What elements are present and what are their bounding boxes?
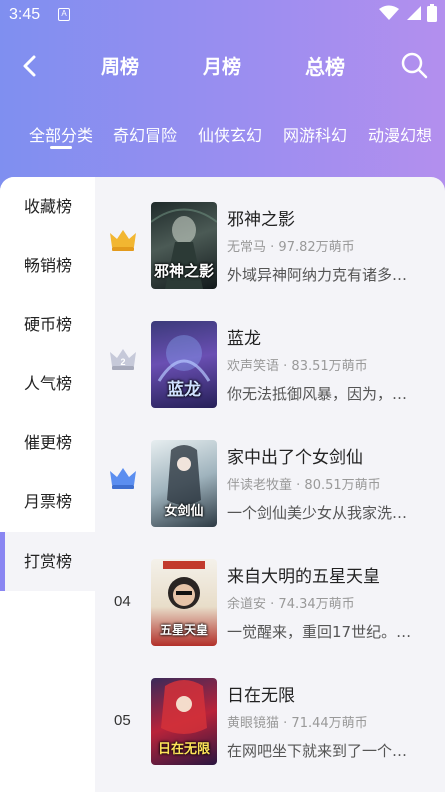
sidebar-item-tipping[interactable]: 打赏榜 [0,532,95,591]
book-title: 来自大明的五星天皇 [227,567,380,587]
list-item[interactable]: 女剑仙 家中出了个女剑仙 伴读老牧童 · 80.51万萌币 一个剑仙美少女从我家… [95,415,445,534]
book-description: 外域异神阿纳力克有诸多… [227,266,408,284]
tab-overall[interactable]: 总榜 [305,51,345,80]
wifi-icon [379,5,399,20]
status-bar: 3:45 A [0,0,445,30]
rank-number: 05 [114,712,131,729]
category-game-scifi[interactable]: 网游科幻 [283,122,347,146]
status-time: 3:45 [9,6,41,23]
cover-title: 女剑仙 [164,504,204,519]
category-fantasy-adventure[interactable]: 奇幻冒险 [113,122,177,146]
list-item[interactable]: 04 五星天皇 来自大明的五星天皇 余道安 · 74.34万萌币 一觉醒来，重回… [95,534,445,653]
book-coins: 83.51万萌币 [291,359,368,374]
cover-title: 五星天皇 [159,623,208,637]
sidebar-item-popularity[interactable]: 人气榜 [0,354,95,413]
category-xianxia[interactable]: 仙侠玄幻 [198,122,262,146]
cover-title: 日在无限 [157,742,210,757]
ranking-sidebar: 收藏榜 畅销榜 硬币榜 人气榜 催更榜 月票榜 打赏榜 [0,177,95,792]
book-description: 一个剑仙美少女从我家洗… [227,504,408,522]
cover-title: 蓝龙 [167,380,201,400]
book-coins: 97.82万萌币 [278,240,355,255]
battery-icon [427,4,437,22]
book-title: 邪神之影 [227,210,295,230]
header: 3:45 A 周榜 月榜 总榜 全部分类 奇幻冒险 仙侠玄幻 网游科幻 动漫幻想 [0,0,445,200]
book-author: 余道安 [227,597,267,612]
book-list: 邪神之影 邪神之影 无常马 · 97.82万萌币 外域异神阿纳力克有诸多… 2 … [95,177,445,792]
book-meta: 无常马 · 97.82万萌币 [227,240,355,255]
book-meta: 黄眼镜猫 · 71.44万萌币 [227,716,368,731]
book-cover[interactable]: 五星天皇 [151,559,217,646]
blue-crown-icon [110,468,136,489]
svg-text:2: 2 [120,357,125,367]
book-cover[interactable]: 蓝龙 [151,321,217,408]
cover-title: 邪神之影 [153,262,214,280]
book-author: 无常马 [227,240,267,255]
list-item[interactable]: 05 日在无限 日在无限 黄眼镜猫 · 71.44万萌币 在网吧坐下就来到了一个… [95,653,445,772]
book-coins: 74.34万萌币 [278,597,355,612]
status-icons [379,4,437,22]
book-title: 日在无限 [227,686,295,706]
book-title: 家中出了个女剑仙 [227,448,363,468]
signal-icon [407,6,421,20]
book-meta: 伴读老牧童 · 80.51万萌币 [227,478,381,493]
sidebar-item-update-urge[interactable]: 催更榜 [0,413,95,472]
sidebar-item-bestseller[interactable]: 畅销榜 [0,236,95,295]
sidebar-item-favorites[interactable]: 收藏榜 [0,177,95,236]
book-cover[interactable]: 日在无限 [151,678,217,765]
content-panel: 收藏榜 畅销榜 硬币榜 人气榜 催更榜 月票榜 打赏榜 邪神之影 邪神之影 无常… [0,177,445,792]
sidebar-item-monthly-ticket[interactable]: 月票榜 [0,472,95,531]
book-description: 一觉醒来，重回17世纪。… [227,623,412,641]
search-icon[interactable] [399,50,429,80]
tab-monthly[interactable]: 月榜 [203,52,241,79]
book-description: 你无法抵御风暴，因为，… [227,385,408,403]
book-meta: 欢声笑语 · 83.51万萌币 [227,359,368,374]
category-tabs: 全部分类 奇幻冒险 仙侠玄幻 网游科幻 动漫幻想 [0,118,445,158]
category-anime-fantasy[interactable]: 动漫幻想 [368,122,432,146]
category-all[interactable]: 全部分类 [29,122,93,146]
book-cover[interactable]: 邪神之影 [151,202,217,289]
tab-weekly[interactable]: 周榜 [101,52,139,79]
book-cover[interactable]: 女剑仙 [151,440,217,527]
book-author: 黄眼镜猫 [227,716,280,731]
gold-crown-icon [110,230,136,251]
back-arrow-icon[interactable] [16,52,44,80]
nav-bar: 周榜 月榜 总榜 [0,40,445,90]
book-title: 蓝龙 [227,329,261,349]
book-coins: 71.44万萌币 [291,716,368,731]
silver-crown-icon: 2 [110,349,136,370]
notification-icon: A [58,8,70,21]
category-active-indicator [50,146,72,149]
rank-number: 04 [114,593,131,610]
book-author: 欢声笑语 [227,359,280,374]
sidebar-item-coins[interactable]: 硬币榜 [0,295,95,354]
book-author: 伴读老牧童 [227,478,293,493]
book-coins: 80.51万萌币 [304,478,381,493]
book-meta: 余道安 · 74.34万萌币 [227,597,355,612]
list-item[interactable]: 邪神之影 邪神之影 无常马 · 97.82万萌币 外域异神阿纳力克有诸多… [95,177,445,296]
book-description: 在网吧坐下就来到了一个… [227,742,408,760]
list-item[interactable]: 2 蓝龙 蓝龙 欢声笑语 · 83.51万萌币 你无法抵御风暴，因为，… [95,296,445,415]
